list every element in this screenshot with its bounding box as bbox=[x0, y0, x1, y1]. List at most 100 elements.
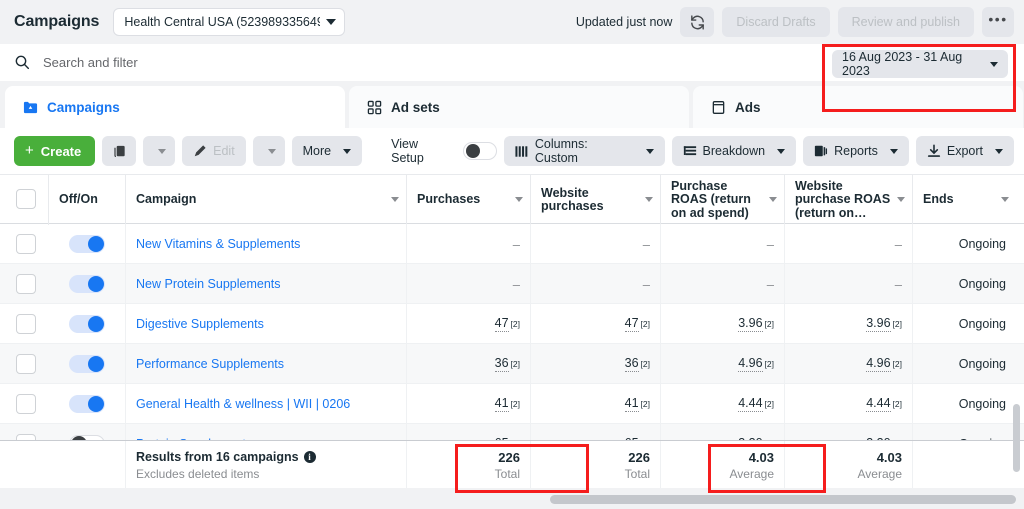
columns-button[interactable]: Columns: Custom bbox=[503, 136, 665, 166]
column-header-website-purchase-roas[interactable]: Website purchase ROAS (return on… bbox=[784, 175, 912, 225]
column-header-website-purchases[interactable]: Website purchases bbox=[530, 175, 660, 225]
metric-footnote: [2] bbox=[764, 399, 774, 409]
campaign-status-toggle[interactable] bbox=[69, 355, 105, 373]
campaigns-icon bbox=[23, 100, 38, 115]
summary-ends bbox=[912, 441, 1016, 489]
edit-dropdown-button[interactable] bbox=[252, 136, 285, 166]
table-row[interactable]: Digestive Supplements 47 [2] 47 [2] 3.96 [2] 3.… bbox=[0, 304, 1024, 344]
campaign-name-text: New Vitamins & Supplements bbox=[136, 237, 301, 251]
horizontal-scrollbar-thumb[interactable] bbox=[550, 495, 1016, 504]
select-all-checkbox[interactable] bbox=[16, 189, 36, 209]
metric-value: 3.96 bbox=[738, 316, 763, 332]
metric-footnote: [2] bbox=[510, 399, 520, 409]
toggle-knob bbox=[88, 316, 104, 332]
campaign-status-toggle[interactable] bbox=[69, 315, 105, 333]
metric-value: 4.44 bbox=[738, 396, 763, 412]
updated-status: Updated just now bbox=[575, 15, 673, 29]
tab-adsets-label: Ad sets bbox=[391, 99, 440, 115]
toggle-knob bbox=[466, 144, 481, 158]
account-select[interactable]: Health Central USA (52398933564965... bbox=[113, 8, 346, 36]
create-button[interactable]: + Create bbox=[14, 136, 96, 166]
ends-text: Ongoing bbox=[958, 317, 1006, 331]
vertical-scrollbar[interactable] bbox=[1013, 404, 1020, 472]
breakdown-button[interactable]: Breakdown bbox=[671, 136, 797, 166]
edit-button[interactable]: Edit bbox=[182, 136, 246, 166]
action-toolbar: + Create Edit More View Setup Columns: C… bbox=[0, 128, 1024, 174]
discard-drafts-button[interactable]: Discard Drafts bbox=[722, 7, 830, 37]
date-range-label: 16 Aug 2023 - 31 Aug 2023 bbox=[842, 50, 963, 78]
row-checkbox[interactable] bbox=[16, 394, 36, 414]
metric-footnote: [2] bbox=[640, 399, 650, 409]
table-row[interactable]: New Vitamins & Supplements – – – – Ongoing bbox=[0, 224, 1024, 264]
empty-value: – bbox=[512, 236, 520, 252]
row-checkbox[interactable] bbox=[16, 354, 36, 374]
edit-button-label: Edit bbox=[213, 144, 235, 158]
campaign-status-toggle[interactable] bbox=[69, 395, 105, 413]
table-row[interactable]: General Health & wellness | WII | 0206 41… bbox=[0, 384, 1024, 424]
campaign-name-link[interactable]: General Health & wellness | WII | 0206 bbox=[125, 384, 406, 424]
metric-value: 41 bbox=[494, 396, 509, 412]
metric-footnote: [2] bbox=[510, 319, 520, 329]
tab-bar: Campaigns Ad sets Ads bbox=[0, 81, 1024, 128]
review-and-publish-button[interactable]: Review and publish bbox=[837, 7, 974, 37]
metric-value: 4.96 bbox=[738, 356, 763, 372]
cell-website-purchases: 36 [2] bbox=[530, 344, 660, 384]
view-setup-toggle[interactable]: View Setup bbox=[391, 137, 497, 165]
ends-text: Ongoing bbox=[958, 237, 1006, 251]
campaign-status-toggle[interactable] bbox=[69, 275, 105, 293]
columns-button-label: Columns: Custom bbox=[534, 137, 588, 165]
empty-value: – bbox=[642, 276, 650, 292]
breakdown-button-label: Breakdown bbox=[702, 144, 766, 158]
cell-purchase-roas: – bbox=[660, 264, 784, 304]
chevron-down-icon bbox=[267, 148, 276, 154]
campaign-status-toggle[interactable] bbox=[69, 235, 105, 253]
row-checkbox[interactable] bbox=[16, 314, 36, 334]
column-header-purchases[interactable]: Purchases bbox=[406, 175, 530, 225]
more-options-button[interactable]: ••• bbox=[982, 7, 1014, 37]
cell-purchases: – bbox=[406, 224, 530, 264]
toggle-knob bbox=[88, 356, 104, 372]
pencil-icon bbox=[194, 145, 206, 157]
refresh-button[interactable] bbox=[680, 7, 715, 37]
search-input[interactable]: Search and filter bbox=[43, 55, 138, 70]
table-row[interactable]: New Protein Supplements – – – – Ongoing bbox=[0, 264, 1024, 304]
view-setup-switch[interactable] bbox=[463, 142, 497, 160]
cell-purchases: – bbox=[406, 264, 530, 304]
cell-purchases: 41 [2] bbox=[406, 384, 530, 424]
column-header-campaign[interactable]: Campaign bbox=[125, 175, 406, 225]
campaign-name-link[interactable]: New Protein Supplements bbox=[125, 264, 406, 304]
campaign-name-link[interactable]: Performance Supplements bbox=[125, 344, 406, 384]
tab-ads-label: Ads bbox=[735, 99, 761, 115]
horizontal-scrollbar-track[interactable] bbox=[0, 488, 1024, 509]
cell-ends: Ongoing bbox=[912, 264, 1016, 304]
cell-purchases: 36 [2] bbox=[406, 344, 530, 384]
export-icon bbox=[927, 144, 940, 157]
column-header-ends[interactable]: Ends bbox=[912, 175, 1016, 225]
date-range-picker[interactable]: 16 Aug 2023 - 31 Aug 2023 bbox=[832, 50, 1008, 78]
table-body: New Vitamins & Supplements – – – – Ongoing New… bbox=[0, 224, 1024, 464]
info-icon[interactable]: i bbox=[303, 450, 316, 463]
account-select-label: Health Central USA (52398933564965... bbox=[124, 15, 321, 29]
duplicate-dropdown-button[interactable] bbox=[143, 136, 176, 166]
cell-ends: Ongoing bbox=[912, 304, 1016, 344]
chevron-down-icon bbox=[391, 197, 399, 202]
tab-campaigns[interactable]: Campaigns bbox=[5, 86, 345, 128]
more-button[interactable]: More bbox=[291, 136, 363, 166]
reports-button[interactable]: Reports bbox=[803, 136, 909, 166]
cell-ends: Ongoing bbox=[912, 224, 1016, 264]
duplicate-button[interactable] bbox=[102, 136, 137, 166]
tab-adsets[interactable]: Ad sets bbox=[349, 86, 689, 128]
tab-ads[interactable]: Ads bbox=[693, 86, 1023, 128]
row-checkbox[interactable] bbox=[16, 274, 36, 294]
export-button[interactable]: Export bbox=[915, 136, 1015, 166]
chevron-down-icon bbox=[326, 19, 337, 25]
empty-value: – bbox=[894, 236, 902, 252]
campaigns-table: Off/On Campaign Purchases Website purcha… bbox=[0, 174, 1024, 509]
column-header-purchase-roas[interactable]: Purchase ROAS (return on ad spend) bbox=[660, 175, 784, 225]
table-row[interactable]: Performance Supplements 36 [2] 36 [2] 4.96 [2]… bbox=[0, 344, 1024, 384]
chevron-down-icon bbox=[1001, 197, 1009, 202]
campaign-name-link[interactable]: New Vitamins & Supplements bbox=[125, 224, 406, 264]
cell-purchase-roas: 4.96 [2] bbox=[660, 344, 784, 384]
campaign-name-link[interactable]: Digestive Supplements bbox=[125, 304, 406, 344]
row-checkbox[interactable] bbox=[16, 234, 36, 254]
